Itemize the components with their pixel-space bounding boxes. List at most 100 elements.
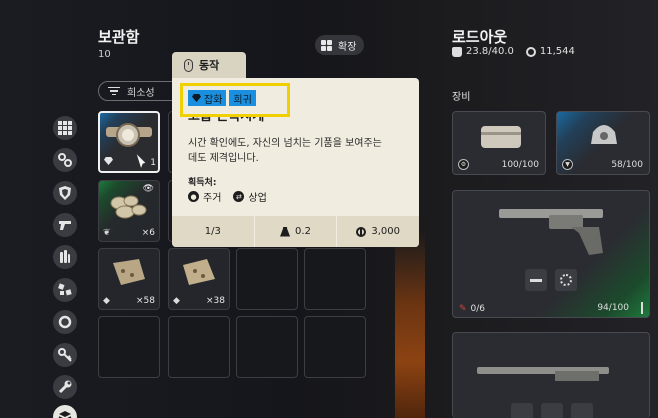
gear-type-icon: ⚙ — [458, 159, 469, 170]
stack-icon — [58, 411, 72, 418]
category-tools[interactable] — [53, 375, 77, 399]
weapon-mod-slot[interactable] — [571, 403, 593, 418]
loadout-weight: 23.8/40.0 — [452, 46, 514, 57]
money-text: 11,544 — [539, 46, 575, 57]
ammo-text: 0/6 — [470, 304, 486, 314]
stat-weight: 0.2 — [253, 216, 337, 247]
category-valuables[interactable] — [53, 148, 77, 172]
inventory-slot-empty[interactable] — [236, 316, 298, 378]
category-accessories[interactable] — [53, 310, 77, 334]
key-icon — [58, 348, 72, 362]
expand-button[interactable]: 확장 — [315, 35, 365, 55]
item-description: 시간 확인에도, 자신의 넘치는 기품을 보여주는 데도 제격입니다. — [188, 138, 382, 164]
price-value: 3,000 — [371, 226, 400, 237]
weapon-slot-primary[interactable]: ✎ 0/6 94/100 — [452, 190, 650, 318]
expand-label: 확장 — [338, 41, 357, 53]
source-label: 주거 — [203, 193, 222, 204]
common-stone-icon: ◆ — [103, 296, 110, 306]
weight-value: 0.2 — [295, 226, 311, 237]
item-qty: ×6 — [141, 228, 155, 238]
uncommon-leaf-icon: ❦ — [103, 228, 111, 238]
filter-icon — [107, 86, 121, 96]
gun-icon — [59, 221, 71, 230]
weight-text: 23.8/40.0 — [466, 46, 514, 57]
rare-gem-icon — [104, 157, 113, 168]
item-qty: ×58 — [136, 296, 155, 306]
stat-price: 3,000 — [336, 216, 419, 247]
coin-icon — [525, 46, 536, 57]
ambient-glow — [395, 230, 425, 418]
mouse-icon — [184, 58, 193, 72]
person-icon: ● — [188, 191, 199, 202]
filter-label: 희소성 — [127, 87, 155, 99]
ring-icon — [58, 315, 72, 329]
tag-highlight-box — [180, 83, 290, 117]
crafting-icon — [58, 283, 72, 296]
loadout-stats: 23.8/40.0 11,544 — [452, 46, 575, 57]
category-misc[interactable] — [53, 405, 77, 418]
equipment-label: 장비 — [452, 92, 471, 103]
inventory-slot-mushrooms[interactable]: 👁 ❦ ×6 — [98, 180, 160, 242]
category-weapons[interactable] — [53, 213, 77, 237]
inventory-slot-sack[interactable]: ◆ ×58 — [98, 248, 160, 310]
inventory-slot-sack[interactable]: ◆ ×38 — [168, 248, 230, 310]
common-stone-icon: ◆ — [173, 296, 180, 306]
bag-icon — [452, 46, 462, 57]
gear-durability: 58/100 — [611, 160, 643, 170]
ammo-icon — [60, 250, 70, 263]
inventory-slot-empty[interactable] — [304, 316, 366, 378]
source-label: 상업 — [248, 193, 267, 204]
category-ammo[interactable] — [53, 245, 77, 269]
weapon-durability: 94/100 — [597, 303, 629, 313]
stash-count: 10 — [98, 49, 111, 60]
category-crafting[interactable] — [53, 278, 77, 302]
weapon-mod-slot[interactable] — [525, 269, 547, 291]
category-all[interactable] — [53, 116, 77, 140]
category-armor[interactable] — [53, 181, 77, 205]
stash-title: 보관함 — [98, 28, 140, 46]
weapon-mod-slot[interactable] — [555, 269, 577, 291]
armor-vest-icon — [481, 126, 521, 148]
gear-slot-helmet[interactable]: ▼ 58/100 — [556, 111, 650, 175]
item-qty: 1 — [150, 158, 156, 168]
stat-stack: 1/3 — [172, 216, 254, 247]
magazine-icon — [641, 302, 643, 314]
exchange-icon: ⇄ — [233, 191, 245, 202]
inventory-slot-empty[interactable] — [304, 248, 366, 310]
helmet-icon — [591, 125, 617, 144]
source-commercial: ⇄ 상업 — [233, 189, 267, 204]
inventory-slot-empty[interactable] — [236, 248, 298, 310]
inventory-slot-empty[interactable] — [98, 316, 160, 378]
loadout-title: 로드아웃 — [452, 28, 508, 46]
weight-icon — [280, 226, 291, 237]
weapon-mod-slot[interactable] — [511, 403, 533, 418]
revolver-icon — [499, 209, 603, 255]
gear-durability: 100/100 — [501, 160, 539, 170]
action-tab[interactable]: 동작 — [172, 52, 246, 78]
loadout-money: 11,544 — [525, 46, 575, 57]
acquire-sources: ● 주거 ⇄ 상업 — [188, 189, 267, 204]
weapon-ammo: ✎ 0/6 — [459, 304, 485, 314]
eye-icon: 👁 — [142, 184, 154, 194]
action-tab-label: 동작 — [199, 59, 220, 72]
weapon-mod-slot[interactable] — [541, 403, 563, 418]
source-residential: ● 주거 — [188, 189, 221, 204]
rifle-icon — [477, 367, 609, 381]
stack-value: 1/3 — [204, 226, 221, 237]
coin-icon — [356, 226, 367, 237]
chain-icon — [58, 153, 72, 167]
inventory-slot-watch[interactable]: 1 — [98, 111, 160, 173]
shield-icon — [59, 186, 71, 200]
grid-icon — [58, 121, 72, 135]
expand-grid-icon — [321, 39, 332, 51]
category-keys[interactable] — [53, 343, 77, 367]
wrench-icon — [58, 380, 72, 394]
gear-slot-armor[interactable]: ⚙ 100/100 — [452, 111, 546, 175]
item-stats: 1/3 0.2 3,000 — [172, 216, 419, 247]
item-qty: ×38 — [206, 296, 225, 306]
bullet-icon: ✎ — [459, 304, 467, 314]
weapon-slot-secondary[interactable] — [452, 332, 650, 418]
gear-type-icon: ▼ — [562, 159, 573, 170]
inventory-slot-empty[interactable] — [168, 316, 230, 378]
acquire-label: 획득처: — [188, 178, 217, 188]
